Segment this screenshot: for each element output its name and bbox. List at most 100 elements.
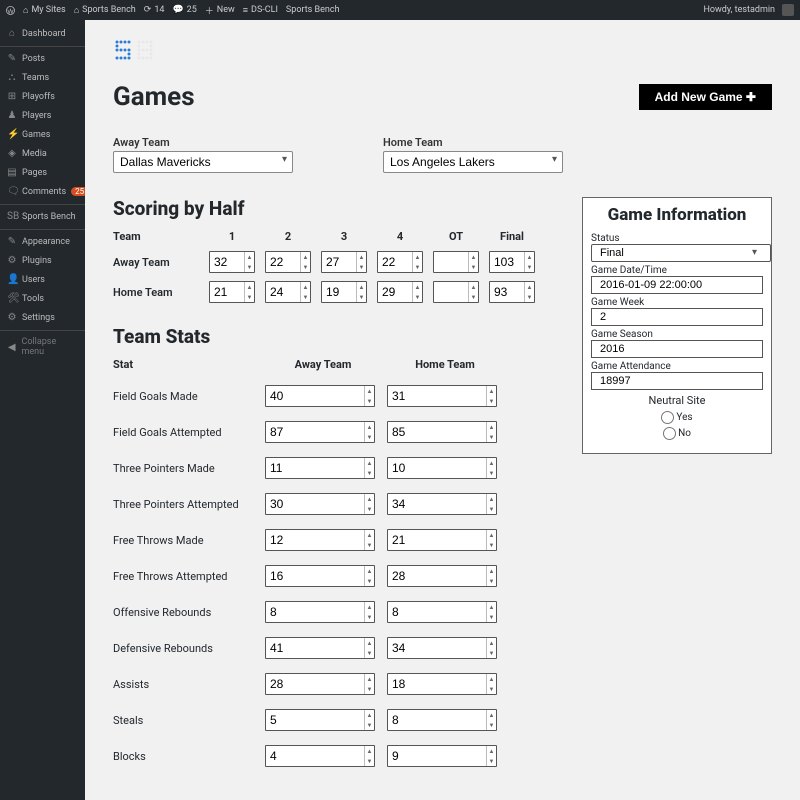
menu-players[interactable]: ♟Players: [0, 106, 85, 125]
spin-up-icon[interactable]: ▲: [365, 386, 374, 396]
stat-home-5[interactable]: ▲▼: [387, 565, 497, 587]
stat-away-10[interactable]: ▲▼: [265, 745, 375, 767]
stat-away-0[interactable]: ▲▼: [265, 385, 375, 407]
add-new-game-button[interactable]: Add New Game ✚: [639, 84, 772, 110]
new-content[interactable]: ＋New: [205, 4, 235, 17]
spin-up-icon[interactable]: ▲: [365, 674, 374, 684]
spin-down-icon[interactable]: ▼: [487, 432, 496, 442]
menu-appearance[interactable]: ✎Appearance: [0, 229, 85, 251]
stat-home-4[interactable]: ▲▼: [387, 529, 497, 551]
spin-down-icon[interactable]: ▼: [301, 262, 310, 272]
spin-up-icon[interactable]: ▲: [487, 710, 496, 720]
stat-home-1[interactable]: ▲▼: [387, 421, 497, 443]
spin-up-icon[interactable]: ▲: [365, 494, 374, 504]
spin-up-icon[interactable]: ▲: [487, 386, 496, 396]
spin-down-icon[interactable]: ▼: [357, 262, 366, 272]
away-score-2[interactable]: ▲▼: [321, 251, 367, 273]
stat-away-9[interactable]: ▲▼: [265, 709, 375, 731]
spin-up-icon[interactable]: ▲: [525, 252, 534, 262]
spin-up-icon[interactable]: ▲: [487, 530, 496, 540]
spin-down-icon[interactable]: ▼: [487, 648, 496, 658]
home-score-0[interactable]: ▲▼: [209, 281, 255, 303]
spin-down-icon[interactable]: ▼: [469, 292, 478, 302]
home-team-select[interactable]: Los Angeles Lakers: [383, 151, 563, 173]
stat-away-8[interactable]: ▲▼: [265, 673, 375, 695]
updates[interactable]: ⟳14: [144, 5, 165, 15]
spin-up-icon[interactable]: ▲: [365, 458, 374, 468]
spin-down-icon[interactable]: ▼: [487, 612, 496, 622]
home-score-5[interactable]: ▲▼: [489, 281, 535, 303]
spin-up-icon[interactable]: ▲: [365, 566, 374, 576]
attendance-input[interactable]: [591, 372, 763, 390]
spin-down-icon[interactable]: ▼: [365, 432, 374, 442]
spin-up-icon[interactable]: ▲: [413, 282, 422, 292]
spin-up-icon[interactable]: ▲: [357, 252, 366, 262]
spin-down-icon[interactable]: ▼: [487, 684, 496, 694]
spin-up-icon[interactable]: ▲: [245, 282, 254, 292]
spin-up-icon[interactable]: ▲: [487, 602, 496, 612]
menu-dashboard[interactable]: ⌂Dashboard: [0, 24, 85, 43]
spin-up-icon[interactable]: ▲: [365, 710, 374, 720]
stat-away-7[interactable]: ▲▼: [265, 637, 375, 659]
spin-down-icon[interactable]: ▼: [365, 540, 374, 550]
spin-up-icon[interactable]: ▲: [487, 566, 496, 576]
spin-down-icon[interactable]: ▼: [487, 576, 496, 586]
spin-down-icon[interactable]: ▼: [365, 684, 374, 694]
menu-tools[interactable]: 🛠Tools: [0, 289, 85, 308]
home-score-3[interactable]: ▲▼: [377, 281, 423, 303]
spin-down-icon[interactable]: ▼: [301, 292, 310, 302]
spin-down-icon[interactable]: ▼: [525, 262, 534, 272]
away-team-select[interactable]: Dallas Mavericks: [113, 151, 293, 173]
away-score-5[interactable]: ▲▼: [489, 251, 535, 273]
spin-up-icon[interactable]: ▲: [365, 602, 374, 612]
stat-away-4[interactable]: ▲▼: [265, 529, 375, 551]
spin-down-icon[interactable]: ▼: [245, 262, 254, 272]
spin-down-icon[interactable]: ▼: [487, 720, 496, 730]
menu-settings[interactable]: ⚙Settings: [0, 308, 85, 327]
spin-down-icon[interactable]: ▼: [487, 468, 496, 478]
spin-down-icon[interactable]: ▼: [365, 756, 374, 766]
spin-down-icon[interactable]: ▼: [365, 504, 374, 514]
comments-count[interactable]: 💬25: [172, 5, 196, 15]
away-score-0[interactable]: ▲▼: [209, 251, 255, 273]
menu-users[interactable]: 👤Users: [0, 270, 85, 289]
spin-down-icon[interactable]: ▼: [525, 292, 534, 302]
away-score-1[interactable]: ▲▼: [265, 251, 311, 273]
spin-up-icon[interactable]: ▲: [365, 746, 374, 756]
spin-up-icon[interactable]: ▲: [469, 252, 478, 262]
stat-away-2[interactable]: ▲▼: [265, 457, 375, 479]
spin-down-icon[interactable]: ▼: [413, 262, 422, 272]
season-input[interactable]: [591, 340, 763, 358]
spin-down-icon[interactable]: ▼: [245, 292, 254, 302]
home-score-4[interactable]: ▲▼: [433, 281, 479, 303]
spin-up-icon[interactable]: ▲: [487, 422, 496, 432]
stat-home-2[interactable]: ▲▼: [387, 457, 497, 479]
home-score-2[interactable]: ▲▼: [321, 281, 367, 303]
my-sites[interactable]: ⌂My Sites: [23, 5, 66, 16]
away-score-4[interactable]: ▲▼: [433, 251, 479, 273]
spin-up-icon[interactable]: ▲: [301, 282, 310, 292]
menu-posts[interactable]: ✎Posts: [0, 46, 85, 68]
menu-sports-bench[interactable]: SBSports Bench: [0, 204, 85, 226]
menu-plugins[interactable]: ⚙Plugins: [0, 251, 85, 270]
site-name[interactable]: ⌂Sports Bench: [74, 5, 136, 16]
home-score-1[interactable]: ▲▼: [265, 281, 311, 303]
spin-down-icon[interactable]: ▼: [365, 720, 374, 730]
stat-home-6[interactable]: ▲▼: [387, 601, 497, 623]
spin-up-icon[interactable]: ▲: [301, 252, 310, 262]
spin-up-icon[interactable]: ▲: [487, 638, 496, 648]
spin-down-icon[interactable]: ▼: [413, 292, 422, 302]
spin-up-icon[interactable]: ▲: [469, 282, 478, 292]
wp-logo[interactable]: [6, 6, 15, 15]
menu-playoffs[interactable]: ⊞Playoffs: [0, 87, 85, 106]
spin-down-icon[interactable]: ▼: [469, 262, 478, 272]
spin-up-icon[interactable]: ▲: [365, 530, 374, 540]
stat-away-3[interactable]: ▲▼: [265, 493, 375, 515]
howdy[interactable]: Howdy, testadmin: [703, 4, 794, 16]
spin-up-icon[interactable]: ▲: [487, 746, 496, 756]
spin-down-icon[interactable]: ▼: [365, 468, 374, 478]
spin-down-icon[interactable]: ▼: [365, 576, 374, 586]
spin-up-icon[interactable]: ▲: [487, 674, 496, 684]
spin-up-icon[interactable]: ▲: [487, 494, 496, 504]
ds-cli[interactable]: ≡DS-CLI: [243, 5, 278, 16]
